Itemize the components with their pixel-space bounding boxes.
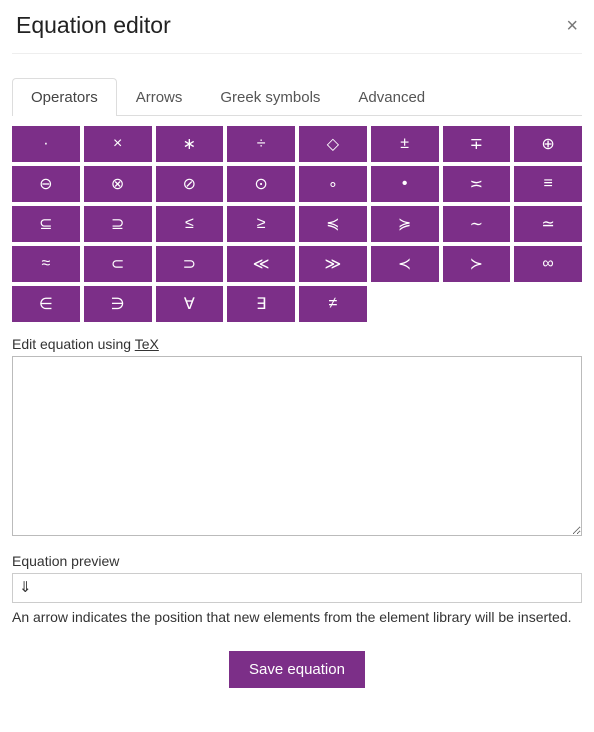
symbol-button[interactable]: ⊖ [12, 166, 80, 202]
symbol-button[interactable]: • [371, 166, 439, 202]
symbol-button[interactable]: · [12, 126, 80, 162]
tab-bar: OperatorsArrowsGreek symbolsAdvanced [12, 78, 582, 116]
symbol-button[interactable]: ∗ [156, 126, 224, 162]
symbol-button[interactable]: ∓ [443, 126, 511, 162]
symbol-grid: ·×∗÷◇±∓⊕ ⊖⊗⊘⊙∘•≍≡ ⊆⊇≤≥≼≽∼≃ ≈⊂⊃≪≫≺≻∞ ∈∋∀∃≠ [12, 126, 582, 322]
dialog-title: Equation editor [16, 12, 171, 39]
symbol-button[interactable]: ◇ [299, 126, 367, 162]
symbol-button[interactable]: ⊗ [84, 166, 152, 202]
tex-editor[interactable] [12, 356, 582, 536]
symbol-button[interactable]: ≈ [12, 246, 80, 282]
symbol-button[interactable]: ∈ [12, 286, 80, 322]
symbol-button[interactable]: ⊆ [12, 206, 80, 242]
symbol-button[interactable]: ≍ [443, 166, 511, 202]
symbol-button[interactable]: ≫ [299, 246, 367, 282]
symbol-button[interactable]: ≥ [227, 206, 295, 242]
tex-link[interactable]: TeX [135, 336, 159, 352]
symbol-button[interactable]: ≤ [156, 206, 224, 242]
symbol-button[interactable]: ∞ [514, 246, 582, 282]
symbol-button[interactable]: ≺ [371, 246, 439, 282]
tab-greek[interactable]: Greek symbols [201, 78, 339, 116]
symbol-button[interactable]: ⊃ [156, 246, 224, 282]
symbol-button[interactable]: ⊙ [227, 166, 295, 202]
dialog-header: Equation editor × [12, 6, 582, 54]
equation-editor-dialog: Equation editor × OperatorsArrowsGreek s… [0, 0, 594, 708]
preview-box: ⇓ [12, 573, 582, 603]
symbol-button[interactable]: ≽ [371, 206, 439, 242]
symbol-button[interactable]: ≻ [443, 246, 511, 282]
symbol-button[interactable]: × [84, 126, 152, 162]
save-button[interactable]: Save equation [229, 651, 365, 688]
symbol-button[interactable]: ∃ [227, 286, 295, 322]
symbol-button[interactable]: ≃ [514, 206, 582, 242]
tab-advanced[interactable]: Advanced [339, 78, 444, 116]
dialog-footer: Save equation [12, 651, 582, 688]
symbol-button[interactable]: ∘ [299, 166, 367, 202]
editor-label: Edit equation using TeX [12, 336, 582, 352]
tab-arrows[interactable]: Arrows [117, 78, 202, 116]
symbol-button[interactable]: ⊕ [514, 126, 582, 162]
symbol-button[interactable]: ≡ [514, 166, 582, 202]
close-icon[interactable]: × [566, 16, 578, 36]
preview-label: Equation preview [12, 553, 582, 569]
symbol-button[interactable]: ∀ [156, 286, 224, 322]
editor-label-text: Edit equation using [12, 336, 135, 352]
symbol-button[interactable]: ∼ [443, 206, 511, 242]
preview-hint: An arrow indicates the position that new… [12, 607, 582, 627]
symbol-button[interactable]: ∋ [84, 286, 152, 322]
tab-operators[interactable]: Operators [12, 78, 117, 116]
symbol-button[interactable]: ≪ [227, 246, 295, 282]
symbol-button[interactable]: ⊂ [84, 246, 152, 282]
symbol-button[interactable]: ≠ [299, 286, 367, 322]
symbol-button[interactable]: ÷ [227, 126, 295, 162]
symbol-button[interactable]: ⊇ [84, 206, 152, 242]
symbol-button[interactable]: ⊘ [156, 166, 224, 202]
symbol-button[interactable]: ± [371, 126, 439, 162]
symbol-button[interactable]: ≼ [299, 206, 367, 242]
